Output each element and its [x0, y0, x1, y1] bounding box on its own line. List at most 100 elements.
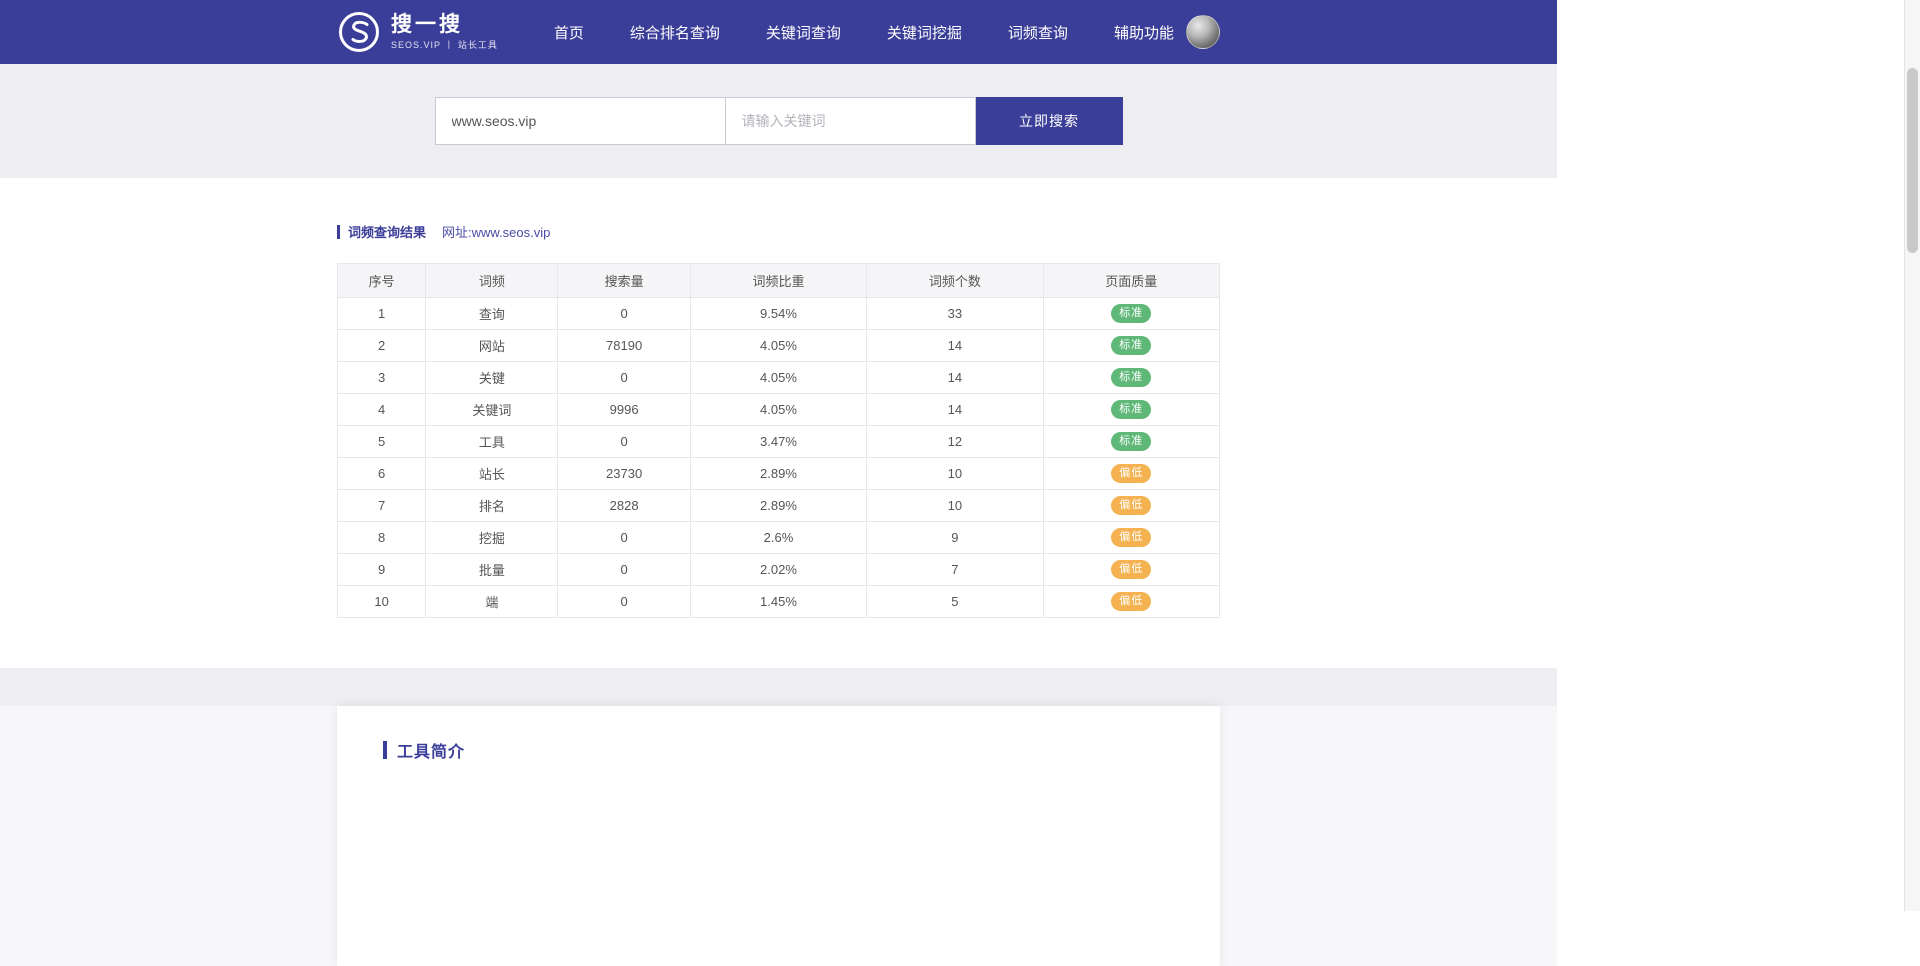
brand[interactable]: 搜一搜 SEOS.VIP 丨 站长工具	[337, 10, 498, 54]
table-cell: 1.45%	[690, 586, 866, 618]
quality-badge: 偏低	[1111, 592, 1151, 611]
table-cell: 0	[558, 586, 690, 618]
table-cell-quality: 标准	[1043, 394, 1219, 426]
table-cell: 0	[558, 522, 690, 554]
table-cell: 5	[338, 426, 426, 458]
table-cell: 2.02%	[690, 554, 866, 586]
table-cell: 14	[867, 394, 1043, 426]
table-cell: 23730	[558, 458, 690, 490]
results-url: 网址:www.seos.vip	[442, 222, 550, 241]
table-row: 8挖掘02.6%9偏低	[338, 522, 1220, 554]
table-row: 6站长237302.89%10偏低	[338, 458, 1220, 490]
table-cell-quality: 偏低	[1043, 586, 1219, 618]
quality-badge: 标准	[1111, 368, 1151, 387]
table-cell: 4	[338, 394, 426, 426]
table-cell: 14	[867, 362, 1043, 394]
logo-icon	[337, 10, 381, 54]
scrollbar-thumb[interactable]	[1907, 68, 1918, 253]
intro-section: 工具简介	[0, 706, 1557, 966]
quality-badge: 偏低	[1111, 560, 1151, 579]
url-input[interactable]	[435, 97, 725, 145]
table-cell-quality: 标准	[1043, 298, 1219, 330]
table-cell: 10	[867, 490, 1043, 522]
intro-card: 工具简介	[337, 706, 1220, 966]
table-cell: 工具	[426, 426, 558, 458]
table-cell: 3	[338, 362, 426, 394]
table-cell: 7	[338, 490, 426, 522]
table-cell: 4.05%	[690, 394, 866, 426]
table-cell: 端	[426, 586, 558, 618]
table-cell: 8	[338, 522, 426, 554]
table-cell: 14	[867, 330, 1043, 362]
table-cell: 7	[867, 554, 1043, 586]
word-frequency-table: 序号词频搜索量词频比重词频个数页面质量 1查询09.54%33标准2网站7819…	[337, 263, 1220, 618]
table-cell-quality: 偏低	[1043, 458, 1219, 490]
table-cell: 2	[338, 330, 426, 362]
table-row: 10端01.45%5 偏低	[338, 586, 1220, 618]
table-cell: 2.89%	[690, 458, 866, 490]
nav-item-auxiliary[interactable]: 辅助功能	[1114, 22, 1174, 43]
scrollbar[interactable]	[1904, 0, 1920, 911]
nav-item-rank-query[interactable]: 综合排名查询	[630, 22, 720, 43]
table-cell-quality: 偏低	[1043, 490, 1219, 522]
intro-title: 工具简介	[397, 738, 465, 762]
quality-badge: 偏低	[1111, 528, 1151, 547]
nav-item-home[interactable]: 首页	[554, 22, 584, 43]
table-cell-quality: 标准	[1043, 426, 1219, 458]
table-body: 1查询09.54%33标准2网站781904.05%14标准3关键04.05%1…	[338, 298, 1220, 618]
table-cell: 关键	[426, 362, 558, 394]
main-nav: 首页 综合排名查询 关键词查询 关键词挖掘 词频查询 辅助功能	[554, 22, 1174, 43]
page: 搜一搜 SEOS.VIP 丨 站长工具 首页综合排名查询关键词查询关键词挖掘词频…	[0, 0, 1557, 966]
quality-badge: 标准	[1111, 336, 1151, 355]
intro-accent-bar	[383, 741, 387, 759]
table-header-cell: 搜索量	[558, 264, 690, 298]
table-cell: 5	[867, 586, 1043, 618]
table-cell: 网站	[426, 330, 558, 362]
table-cell: 9	[867, 522, 1043, 554]
table-row: 2网站781904.05%14 标准	[338, 330, 1220, 362]
table-cell-quality: 标准	[1043, 362, 1219, 394]
table-header-cell: 序号	[338, 264, 426, 298]
table-cell: 2.89%	[690, 490, 866, 522]
results-section: 词频查询结果 网址:www.seos.vip 序号词频搜索量词频比重词频个数页面…	[0, 178, 1557, 668]
user-avatar[interactable]	[1186, 15, 1220, 49]
table-header-row: 序号词频搜索量词频比重词频个数页面质量	[338, 264, 1220, 298]
quality-badge: 标准	[1111, 432, 1151, 451]
results-title: 词频查询结果	[348, 222, 426, 241]
table-cell: 4.05%	[690, 330, 866, 362]
table-cell: 查询	[426, 298, 558, 330]
keyword-input[interactable]	[725, 97, 976, 145]
results-header: 词频查询结果 网址:www.seos.vip	[337, 222, 1220, 241]
table-cell: 10	[338, 586, 426, 618]
nav-item-keyword-query[interactable]: 关键词查询	[766, 22, 841, 43]
quality-badge: 偏低	[1111, 464, 1151, 483]
table-cell: 6	[338, 458, 426, 490]
table-cell: 0	[558, 298, 690, 330]
table-row: 3关键04.05%14标准	[338, 362, 1220, 394]
nav-item-keyword-mining[interactable]: 关键词挖掘	[887, 22, 962, 43]
table-cell-quality: 标准	[1043, 330, 1219, 362]
search-section: 立即搜索	[0, 64, 1557, 178]
nav-item-word-frequency[interactable]: 词频查询	[1008, 22, 1068, 43]
brand-subtitle: SEOS.VIP 丨 站长工具	[391, 38, 498, 51]
table-cell: 3.47%	[690, 426, 866, 458]
quality-badge: 偏低	[1111, 496, 1151, 515]
table-cell: 33	[867, 298, 1043, 330]
table-cell: 0	[558, 426, 690, 458]
search-button[interactable]: 立即搜索	[976, 97, 1123, 145]
table-cell: 78190	[558, 330, 690, 362]
brand-text: 搜一搜 SEOS.VIP 丨 站长工具	[391, 13, 498, 51]
quality-badge: 标准	[1111, 304, 1151, 323]
table-cell: 0	[558, 554, 690, 586]
brand-title: 搜一搜	[391, 13, 498, 36]
table-row: 1查询09.54%33标准	[338, 298, 1220, 330]
table-cell: 4.05%	[690, 362, 866, 394]
table-header-cell: 词频个数	[867, 264, 1043, 298]
table-header-cell: 词频比重	[690, 264, 866, 298]
table-row: 5工具03.47%12标准	[338, 426, 1220, 458]
table-cell: 批量	[426, 554, 558, 586]
table-row: 9批量02.02%7偏低	[338, 554, 1220, 586]
section-divider	[0, 668, 1557, 706]
top-navbar: 搜一搜 SEOS.VIP 丨 站长工具 首页 综合排名查询 关键词查询 关键词挖掘 词频…	[0, 0, 1557, 64]
table-header-cell: 页面质量	[1043, 264, 1219, 298]
